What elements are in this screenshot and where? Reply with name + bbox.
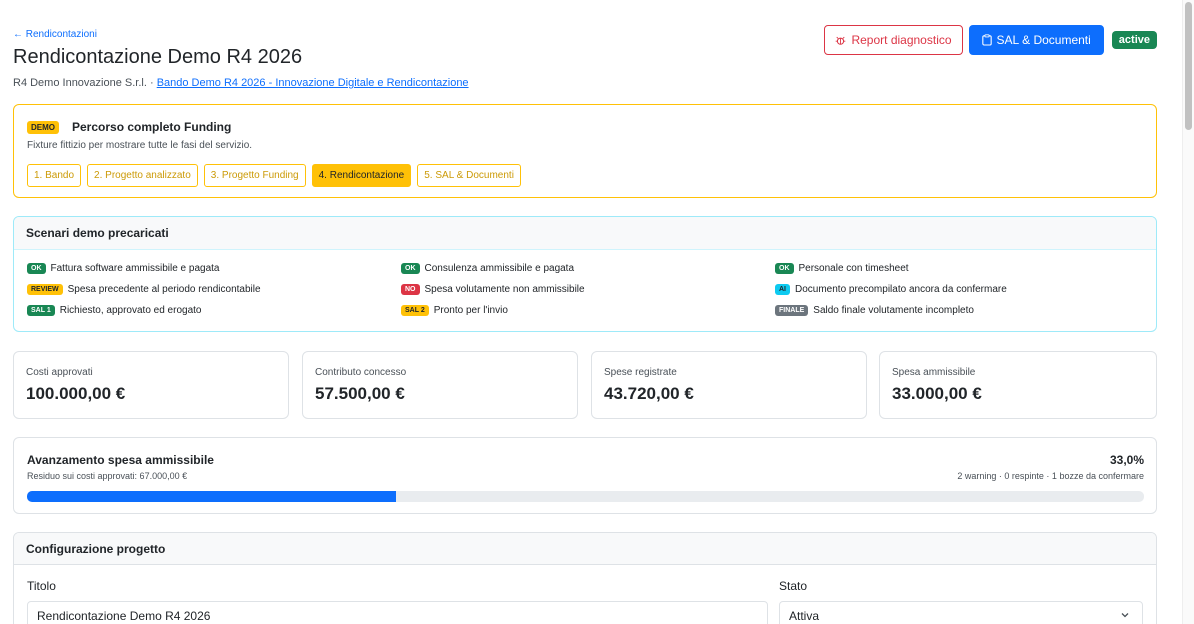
sal-button-label: SAL & Documenti — [996, 33, 1091, 47]
scenario-tag: FINALE — [775, 305, 809, 316]
step-progetto-funding[interactable]: 3. Progetto Funding — [203, 164, 306, 187]
page-header: ← Rendicontazioni Rendicontazione Demo R… — [13, 0, 1157, 100]
progress-residuo: Residuo sui costi approvati: 67.000,00 € — [27, 471, 188, 481]
scenario-tag: OK — [775, 263, 794, 274]
metric-costi-approvati: Costi approvati 100.000,00 € — [13, 351, 289, 419]
config-card: Configurazione progetto Titolo Rendicont… — [13, 532, 1157, 624]
scenario-text: Pronto per l'invio — [433, 305, 508, 316]
page-subtitle: R4 Demo Innovazione S.r.l. · Bando Demo … — [13, 77, 469, 89]
scenario-item: SAL 1 Richiesto, approvato ed erogato — [27, 305, 201, 316]
scenario-tag: NO — [401, 284, 420, 295]
page-title: Rendicontazione Demo R4 2026 — [13, 46, 303, 68]
status-badge: active — [1111, 31, 1157, 49]
report-diagnostico-button[interactable]: Report diagnostico — [824, 25, 963, 55]
metric-spese-registrate: Spese registrate 43.720,00 € — [591, 351, 867, 419]
scenario-item: SAL 2 Pronto per l'invio — [401, 305, 508, 316]
scenario-tag: OK — [27, 263, 46, 274]
progress-percent: 33,0% — [1109, 453, 1144, 467]
titolo-label: Titolo — [27, 579, 56, 593]
scenario-text: Spesa precedente al periodo rendicontabi… — [67, 284, 261, 295]
scenario-item: OK Personale con timesheet — [775, 263, 909, 274]
metric-contributo-concesso: Contributo concesso 57.500,00 € — [302, 351, 578, 419]
progress-bar-fill — [27, 491, 396, 502]
demo-subtitle: Fixture fittizio per mostrare tutte le f… — [27, 140, 253, 151]
clipboard-icon — [981, 34, 992, 46]
step-sal-documenti[interactable]: 5. SAL & Documenti — [417, 164, 521, 187]
scenario-text: Richiesto, approvato ed erogato — [59, 305, 202, 316]
stato-select-value: Attiva — [789, 609, 820, 623]
scenario-tag: REVIEW — [27, 284, 63, 295]
scenario-text: Personale con timesheet — [798, 263, 909, 274]
stato-label: Stato — [779, 579, 808, 593]
metric-value: 100.000,00 € — [26, 384, 126, 403]
sal-documenti-button[interactable]: SAL & Documenti — [968, 25, 1104, 55]
scenario-item: FINALE Saldo finale volutamente incomple… — [775, 305, 974, 316]
metric-value: 57.500,00 € — [315, 384, 405, 403]
demo-title: Percorso completo Funding — [72, 120, 232, 134]
scenario-item: OK Fattura software ammissibile e pagata — [27, 263, 219, 274]
metric-label: Costi approvati — [26, 367, 93, 378]
metric-label: Spese registrate — [604, 367, 677, 378]
scenarios-card: Scenari demo precaricati OK Fattura soft… — [13, 216, 1157, 332]
metric-value: 43.720,00 € — [604, 384, 694, 403]
header-actions: Report diagnostico SAL & Documenti activ… — [824, 25, 1157, 55]
scenario-text: Consulenza ammissibile e pagata — [424, 263, 575, 274]
metric-label: Spesa ammissibile — [892, 367, 976, 378]
scenario-item: NO Spesa volutamente non ammissibile — [401, 284, 585, 295]
scenario-text: Fattura software ammissibile e pagata — [50, 263, 220, 274]
metric-label: Contributo concesso — [315, 367, 407, 378]
progress-bar — [27, 491, 1144, 502]
demo-card: DEMO Percorso completo Funding Fixture f… — [13, 104, 1157, 198]
stato-select[interactable]: Attiva — [779, 601, 1143, 624]
company-name: R4 Demo Innovazione S.r.l. · — [13, 77, 154, 89]
scenario-item: OK Consulenza ammissibile e pagata — [401, 263, 574, 274]
step-bando[interactable]: 1. Bando — [27, 164, 82, 187]
scenario-tag: OK — [401, 263, 420, 274]
progress-title: Avanzamento spesa ammissibile — [27, 453, 214, 467]
step-progetto-analizzato[interactable]: 2. Progetto analizzato — [87, 164, 198, 187]
chevron-down-icon — [1120, 610, 1130, 620]
config-title: Configurazione progetto — [14, 533, 1156, 565]
scenario-tag: SAL 1 — [27, 305, 55, 316]
scenario-tag: AI — [775, 284, 790, 295]
scenario-tag: SAL 2 — [401, 305, 429, 316]
back-link[interactable]: ← Rendicontazioni — [13, 29, 97, 40]
scenario-text: Documento precompilato ancora da conferm… — [795, 284, 1007, 295]
bando-link[interactable]: Bando Demo R4 2026 - Innovazione Digital… — [157, 77, 469, 89]
scenarios-title: Scenari demo precaricati — [14, 217, 1156, 250]
step-rendicontazione[interactable]: 4. Rendicontazione — [311, 164, 412, 187]
metric-value: 33.000,00 € — [892, 384, 982, 403]
titolo-input[interactable]: Rendicontazione Demo R4 2026 — [27, 601, 768, 624]
page-scrollbar[interactable] — [1182, 0, 1194, 624]
scenario-item: REVIEW Spesa precedente al periodo rendi… — [27, 284, 261, 295]
scenario-text: Saldo finale volutamente incompleto — [813, 305, 974, 316]
demo-badge: DEMO — [27, 121, 59, 134]
scrollbar-thumb[interactable] — [1185, 2, 1192, 130]
scenario-item: AI Documento precompilato ancora da conf… — [775, 284, 1007, 295]
report-button-label: Report diagnostico — [851, 33, 952, 47]
page: ← Rendicontazioni Rendicontazione Demo R… — [13, 0, 1157, 624]
progress-stats: 2 warning · 0 respinte · 1 bozze da conf… — [957, 471, 1144, 481]
demo-steps: 1. Bando 2. Progetto analizzato 3. Proge… — [27, 164, 521, 187]
bug-icon — [835, 35, 846, 46]
scenario-text: Spesa volutamente non ammissibile — [424, 284, 585, 295]
metric-spesa-ammissibile: Spesa ammissibile 33.000,00 € — [879, 351, 1157, 419]
progress-card: Avanzamento spesa ammissibile Residuo su… — [13, 437, 1157, 514]
